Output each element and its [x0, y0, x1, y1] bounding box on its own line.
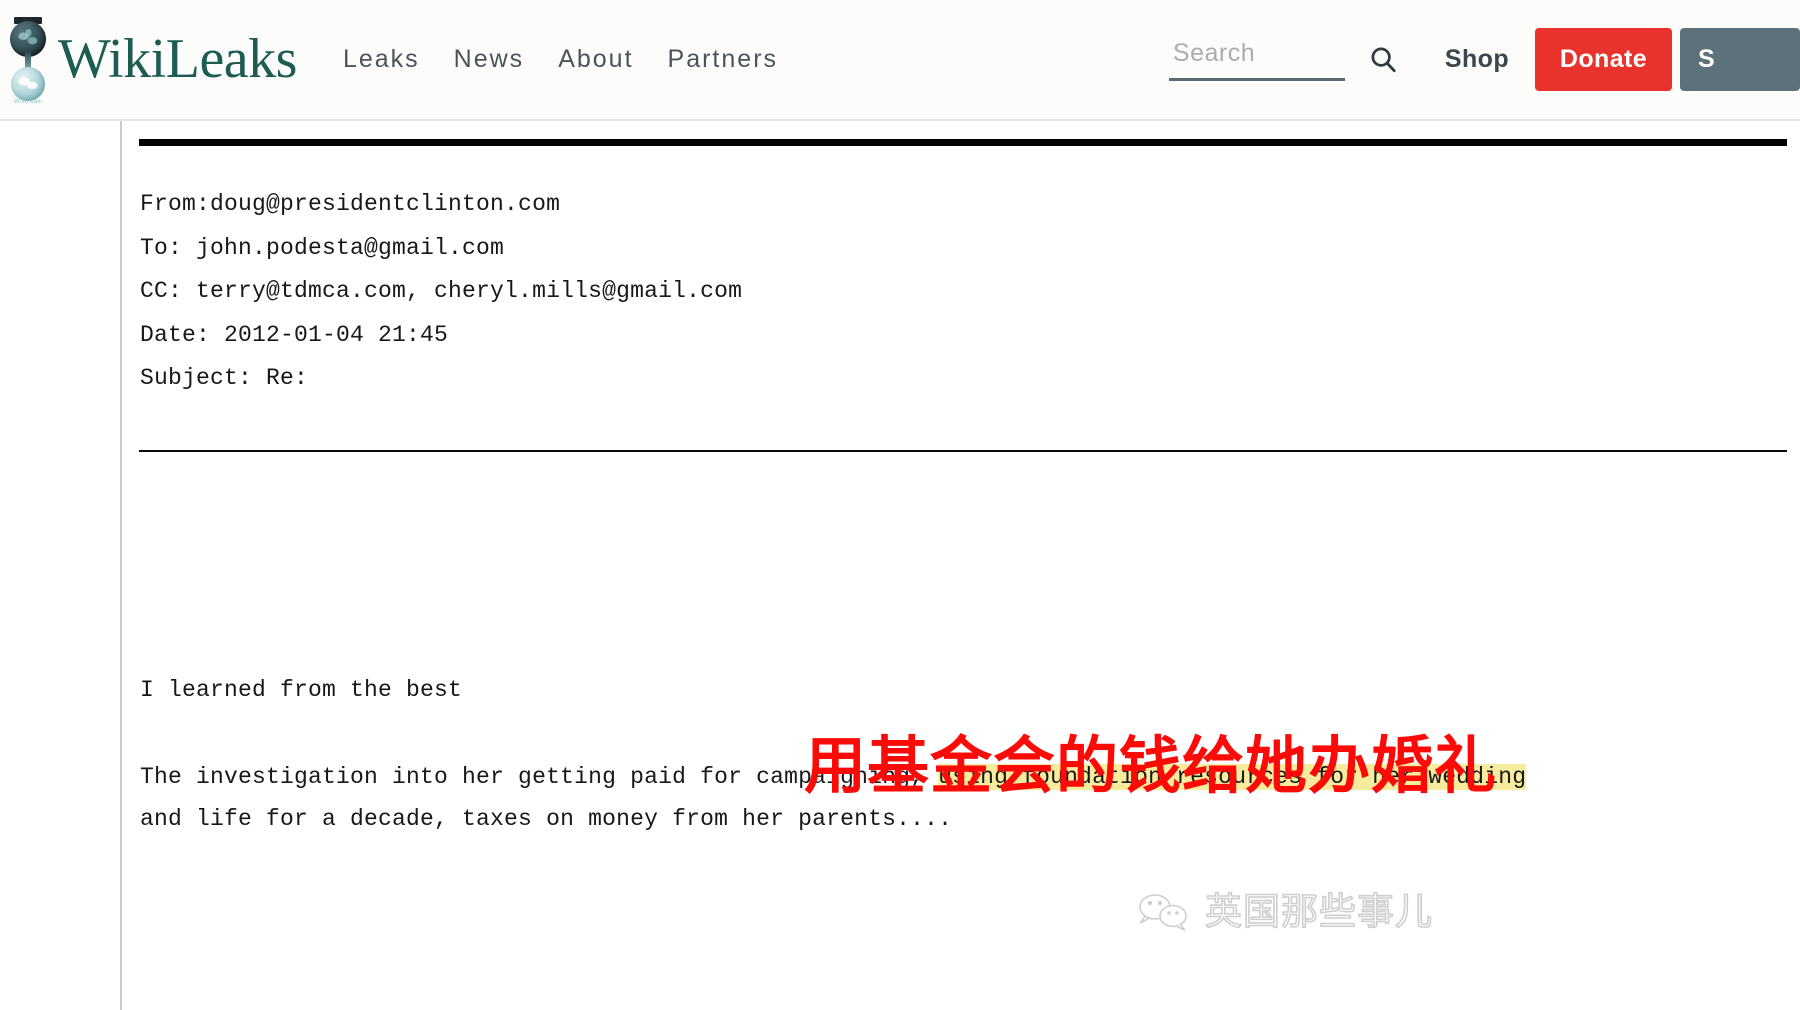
- wikileaks-wordmark[interactable]: WikiLeaks: [58, 31, 297, 87]
- nav-item-news[interactable]: News: [454, 45, 525, 74]
- email-header-to: To: john.podesta@gmail.com: [140, 234, 505, 261]
- search-area: [1168, 38, 1403, 81]
- nav-item-about[interactable]: About: [558, 45, 633, 74]
- body-paragraph-1: The investigation into her getting paid …: [140, 756, 1788, 798]
- email-header-date: Date: 2012-01-04 21:45: [140, 321, 449, 348]
- logo-base-label: WikiLeaks: [14, 98, 42, 105]
- content-pane: From:doug@presidentclinton.com To: john.…: [0, 121, 1800, 1010]
- document-divider-rule: [139, 450, 1787, 452]
- body-paragraph-1-pre: The investigation into her getting paid …: [140, 764, 939, 790]
- nav-item-leaks[interactable]: Leaks: [343, 45, 420, 74]
- page-root: WikiLeaks WikiLeaks Leaks News About Par…: [0, 0, 1800, 1010]
- email-header-subject: Subject: Re:: [140, 365, 309, 391]
- search-icon[interactable]: [1363, 39, 1403, 79]
- submit-button[interactable]: S: [1680, 28, 1800, 91]
- body-paragraph-1-highlight: using foundation resources for her weddi…: [938, 764, 1527, 790]
- donate-button[interactable]: Donate: [1535, 28, 1672, 91]
- nav-item-partners[interactable]: Partners: [668, 45, 778, 74]
- search-input[interactable]: [1168, 38, 1345, 81]
- email-document: From:doug@presidentclinton.com To: john.…: [120, 121, 1800, 1010]
- email-header-block: From:doug@presidentclinton.com To: john.…: [140, 183, 1760, 401]
- shop-link[interactable]: Shop: [1445, 45, 1509, 74]
- email-header-cc: CC: terry@tdmca.com, cheryl.mills@gmail.…: [140, 278, 743, 304]
- body-paragraph-2: and life for a decade, taxes on money fr…: [140, 806, 953, 832]
- email-body-block: I learned from the best The investigatio…: [140, 669, 1788, 840]
- wikileaks-hourglass-logo[interactable]: WikiLeaks: [8, 15, 48, 107]
- body-line-1: I learned from the best: [140, 677, 463, 703]
- email-header-from: From:doug@presidentclinton.com: [140, 191, 561, 217]
- main-nav: Leaks News About Partners: [343, 45, 778, 74]
- document-top-rule: [139, 139, 1787, 146]
- header-actions: Shop Donate S: [1168, 0, 1800, 119]
- site-header: WikiLeaks WikiLeaks Leaks News About Par…: [0, 0, 1800, 121]
- logo-globe-bottom-icon: [11, 66, 45, 101]
